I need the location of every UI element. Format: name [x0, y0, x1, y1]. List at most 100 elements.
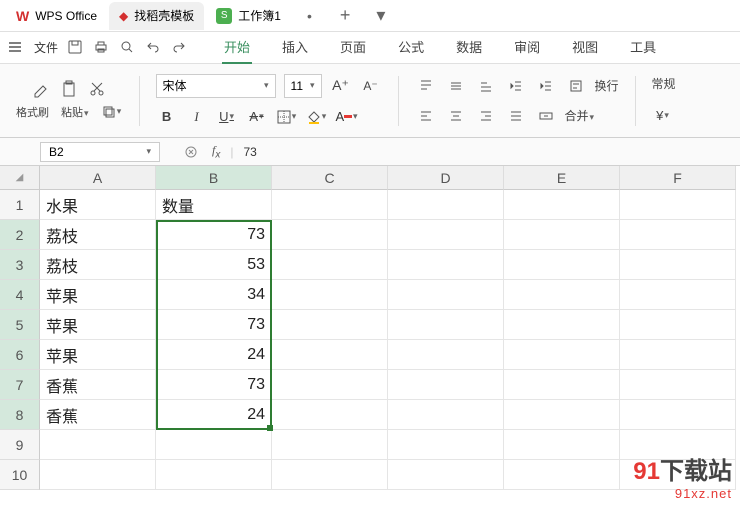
cell[interactable]: [272, 280, 388, 310]
cell[interactable]: 荔枝: [40, 250, 156, 280]
indent-dec-button[interactable]: [505, 75, 527, 97]
cell[interactable]: [504, 310, 620, 340]
copy-button[interactable]: ▾: [101, 101, 123, 123]
tab-formula[interactable]: 公式: [396, 31, 426, 64]
cell[interactable]: [620, 370, 736, 400]
cell[interactable]: [388, 220, 504, 250]
row-header[interactable]: 5: [0, 310, 40, 340]
cell[interactable]: [388, 460, 504, 490]
currency-button[interactable]: ¥▾: [652, 104, 674, 126]
app-tab-wps[interactable]: W WPS Office: [6, 2, 107, 30]
cancel-formula-button[interactable]: [180, 141, 202, 163]
fill-color-button[interactable]: ▾: [306, 106, 328, 128]
cell[interactable]: [40, 430, 156, 460]
cell[interactable]: [388, 310, 504, 340]
font-size-select[interactable]: 11▾: [284, 74, 322, 98]
cell[interactable]: [504, 340, 620, 370]
cell[interactable]: 荔枝: [40, 220, 156, 250]
formula-value[interactable]: 73: [243, 145, 256, 159]
align-top-button[interactable]: [415, 75, 437, 97]
col-header[interactable]: F: [620, 166, 736, 190]
cell[interactable]: 香蕉: [40, 370, 156, 400]
merge-label[interactable]: 合并▾: [565, 107, 595, 124]
cell[interactable]: 苹果: [40, 340, 156, 370]
col-header[interactable]: C: [272, 166, 388, 190]
cell[interactable]: [272, 250, 388, 280]
align-middle-button[interactable]: [445, 75, 467, 97]
cell[interactable]: [388, 280, 504, 310]
cell[interactable]: 24: [156, 340, 272, 370]
italic-button[interactable]: I: [186, 106, 208, 128]
undo-icon[interactable]: [146, 40, 162, 56]
row-header[interactable]: 7: [0, 370, 40, 400]
row-header[interactable]: 9: [0, 430, 40, 460]
cell[interactable]: 苹果: [40, 310, 156, 340]
save-icon[interactable]: [68, 40, 84, 56]
cell[interactable]: 苹果: [40, 280, 156, 310]
decrease-font-button[interactable]: A⁻: [360, 75, 382, 97]
cell[interactable]: [504, 250, 620, 280]
font-color-button[interactable]: A▾: [336, 106, 358, 128]
paste-label[interactable]: 粘贴▾: [61, 104, 89, 120]
cut-button[interactable]: [87, 79, 107, 99]
justify-button[interactable]: [505, 105, 527, 127]
doc-tab-workbook[interactable]: S 工作簿1 •: [206, 2, 322, 30]
tab-insert[interactable]: 插入: [280, 31, 310, 64]
cell[interactable]: 73: [156, 310, 272, 340]
cell[interactable]: [620, 460, 736, 490]
col-header[interactable]: B: [156, 166, 272, 190]
underline-button[interactable]: U▾: [216, 106, 238, 128]
wrap-label[interactable]: 换行: [595, 77, 619, 94]
fx-icon[interactable]: fx: [212, 143, 220, 160]
cell[interactable]: [272, 400, 388, 430]
cell[interactable]: [388, 190, 504, 220]
print-icon[interactable]: [94, 40, 110, 56]
align-center-button[interactable]: [445, 105, 467, 127]
cell[interactable]: [40, 460, 156, 490]
cell[interactable]: [272, 460, 388, 490]
doc-tab-template[interactable]: ◆ 找稻壳模板: [109, 2, 204, 30]
cell[interactable]: [388, 250, 504, 280]
cell[interactable]: [272, 430, 388, 460]
cell[interactable]: [620, 250, 736, 280]
cell[interactable]: 53: [156, 250, 272, 280]
cell[interactable]: [272, 310, 388, 340]
cell[interactable]: 73: [156, 220, 272, 250]
row-header[interactable]: 6: [0, 340, 40, 370]
tab-start[interactable]: 开始: [222, 31, 252, 64]
cell[interactable]: [504, 370, 620, 400]
row-header[interactable]: 1: [0, 190, 40, 220]
row-header[interactable]: 8: [0, 400, 40, 430]
cell[interactable]: [504, 280, 620, 310]
cell[interactable]: [388, 340, 504, 370]
file-menu[interactable]: 文件: [34, 39, 58, 56]
col-header[interactable]: E: [504, 166, 620, 190]
cell[interactable]: [272, 220, 388, 250]
cell[interactable]: 数量: [156, 190, 272, 220]
cell[interactable]: [388, 370, 504, 400]
add-tab-button[interactable]: +: [332, 5, 359, 26]
cell[interactable]: [620, 430, 736, 460]
row-header[interactable]: 3: [0, 250, 40, 280]
cell[interactable]: [504, 220, 620, 250]
strike-button[interactable]: A▾: [246, 106, 268, 128]
cell[interactable]: 香蕉: [40, 400, 156, 430]
hamburger-icon[interactable]: [8, 40, 24, 56]
cell[interactable]: 24: [156, 400, 272, 430]
cell[interactable]: [620, 340, 736, 370]
row-header[interactable]: 4: [0, 280, 40, 310]
paste-button[interactable]: [59, 79, 79, 99]
cell[interactable]: 73: [156, 370, 272, 400]
align-bottom-button[interactable]: [475, 75, 497, 97]
align-right-button[interactable]: [475, 105, 497, 127]
col-header[interactable]: D: [388, 166, 504, 190]
cell[interactable]: 水果: [40, 190, 156, 220]
redo-icon[interactable]: [172, 40, 188, 56]
cell[interactable]: 34: [156, 280, 272, 310]
cell[interactable]: [620, 190, 736, 220]
cell[interactable]: [388, 430, 504, 460]
row-header[interactable]: 10: [0, 460, 40, 490]
tab-review[interactable]: 审阅: [512, 31, 542, 64]
increase-font-button[interactable]: A⁺: [330, 75, 352, 97]
tab-menu-button[interactable]: ▾: [368, 5, 393, 26]
